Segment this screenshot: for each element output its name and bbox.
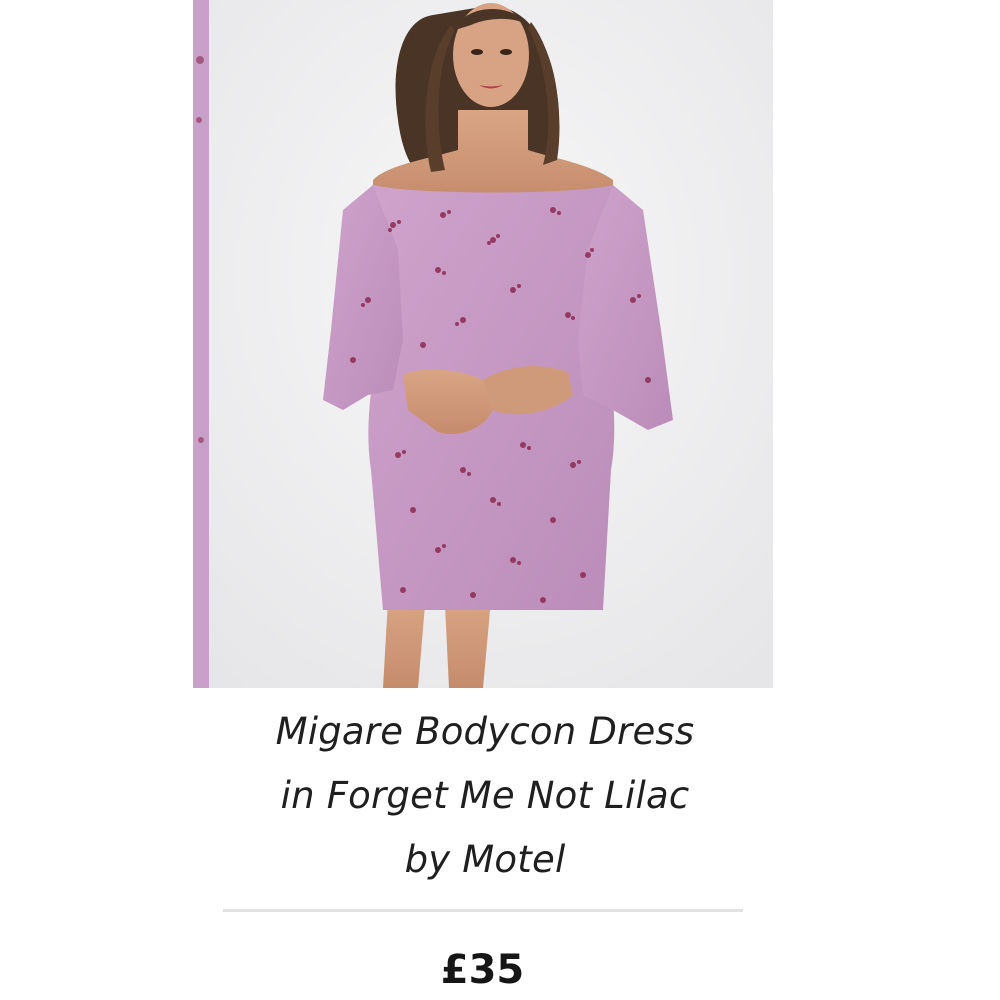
product-title-line[interactable]: Migare Bodycon Dress bbox=[150, 700, 820, 764]
product-card[interactable]: Migare Bodycon Dress in Forget Me Not Li… bbox=[0, 0, 1000, 1000]
product-title[interactable]: Migare Bodycon Dress in Forget Me Not Li… bbox=[150, 700, 820, 892]
product-title-line[interactable]: in Forget Me Not Lilac bbox=[150, 764, 820, 828]
product-title-line[interactable]: by Motel bbox=[150, 828, 820, 892]
product-image[interactable] bbox=[193, 0, 773, 688]
product-price: £35 bbox=[440, 947, 525, 993]
product-photo bbox=[193, 0, 773, 688]
divider bbox=[223, 909, 743, 912]
